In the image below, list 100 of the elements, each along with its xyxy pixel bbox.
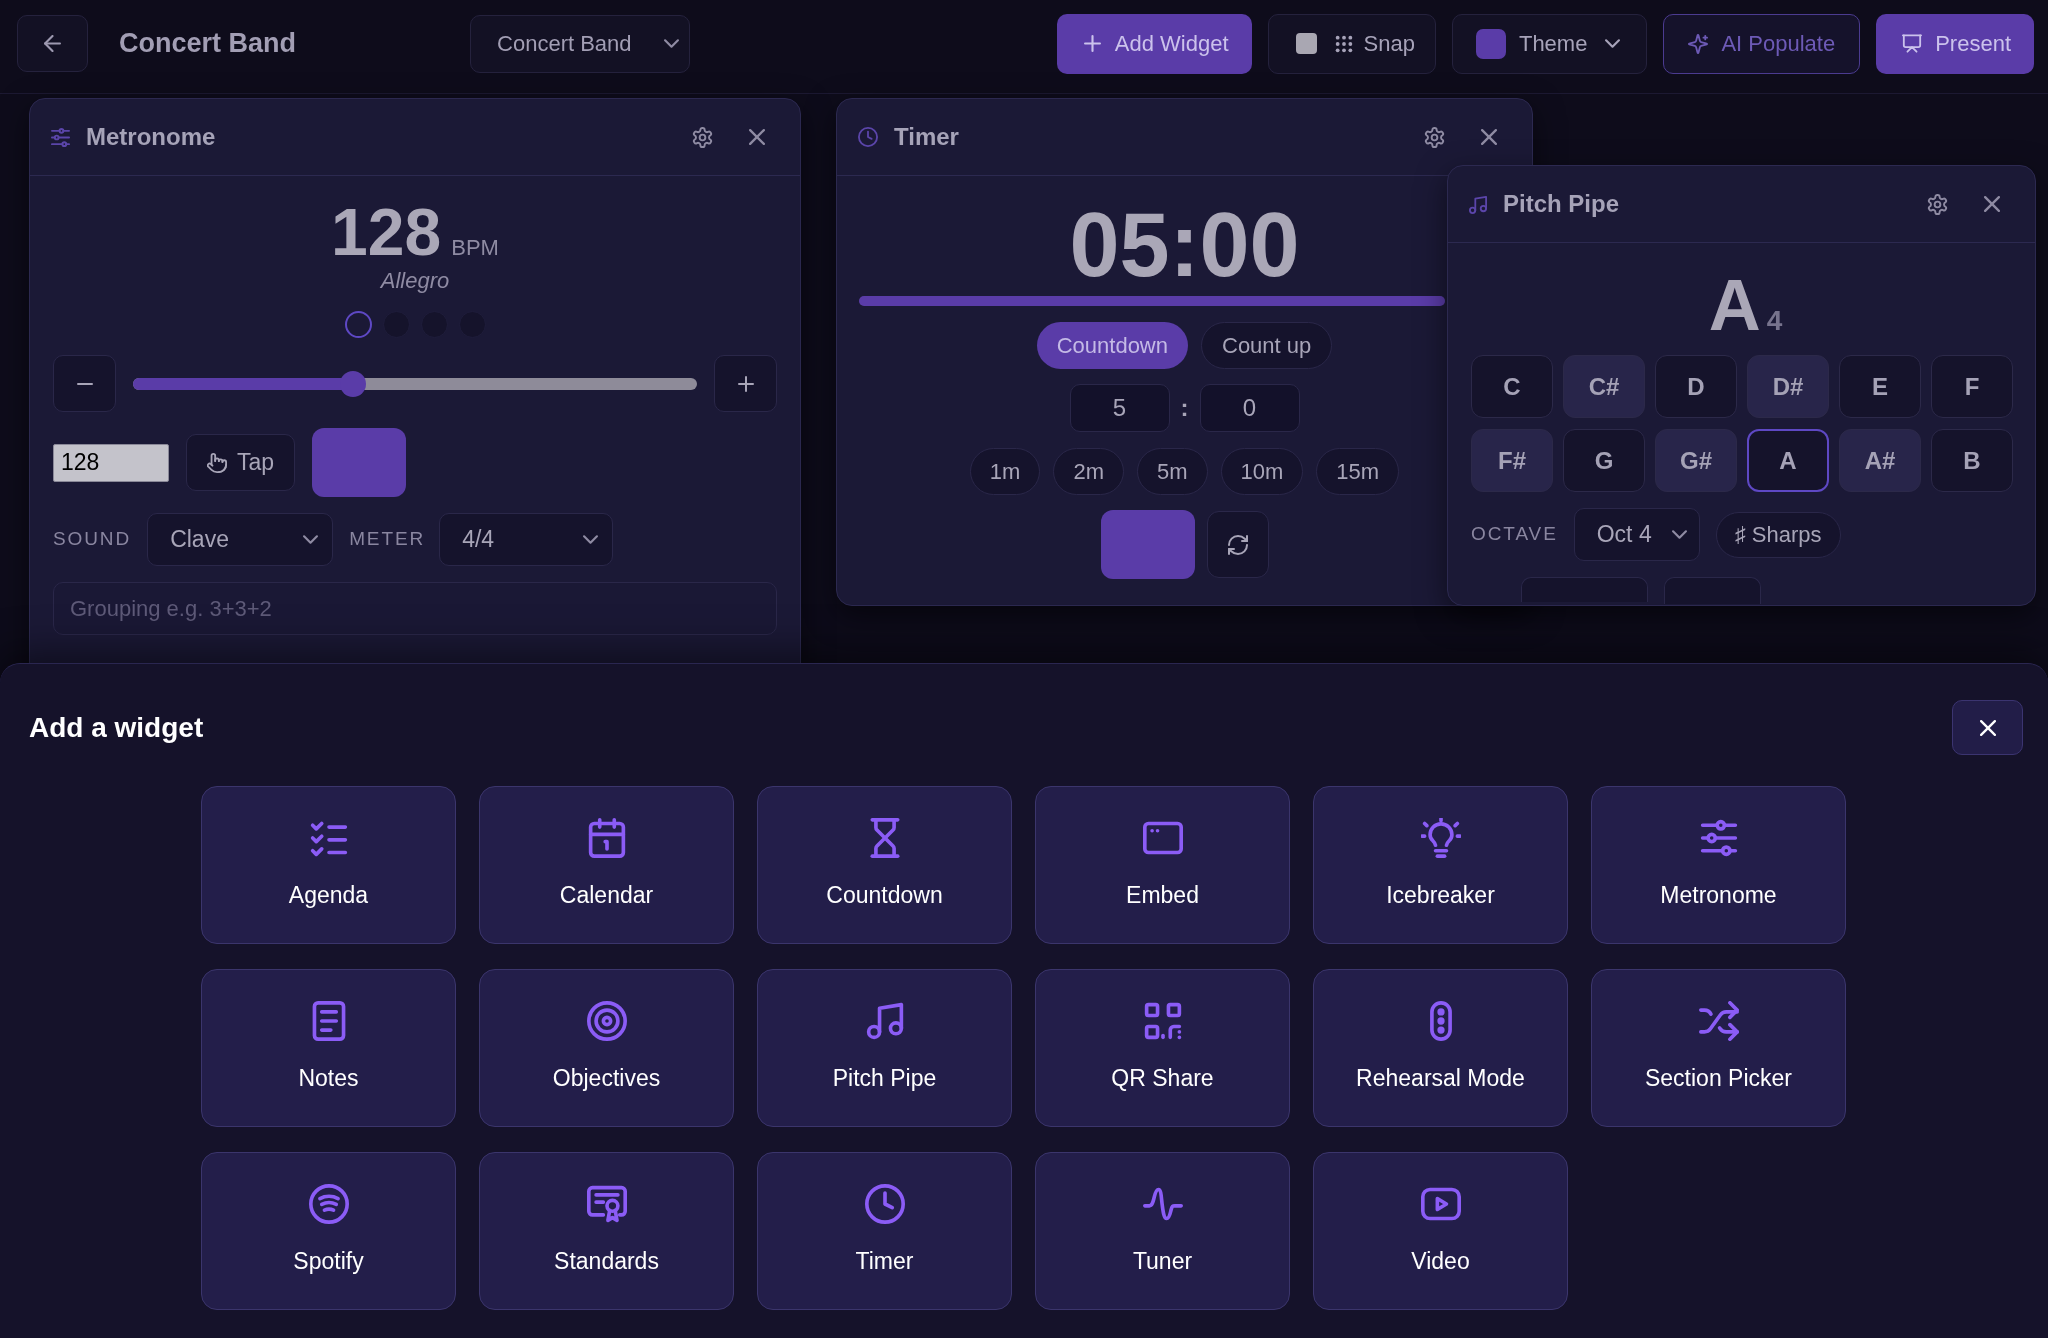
note-key[interactable]: E <box>1839 355 1921 418</box>
mode-tab[interactable]: Count up <box>1201 322 1333 369</box>
input-field[interactable] <box>1521 577 1648 602</box>
settings-icon[interactable] <box>1424 126 1445 148</box>
music-note-icon <box>864 1000 905 1041</box>
tap-button[interactable]: Tap <box>186 434 295 491</box>
minutes-input[interactable]: 5 <box>1069 384 1170 432</box>
widget-option[interactable]: Rehearsal Mode <box>1313 969 1568 1127</box>
bpm-value: 128 <box>331 199 442 265</box>
note-key[interactable]: C <box>1471 355 1553 418</box>
start-button[interactable] <box>1100 510 1195 579</box>
music-note-icon <box>1469 194 1487 214</box>
board-select[interactable]: Concert Band <box>470 14 691 73</box>
widget-option[interactable]: Tuner <box>1035 1152 1290 1310</box>
widget-option[interactable]: Video <box>1313 1152 1568 1310</box>
color-swatch-icon <box>1475 28 1506 59</box>
widget-option[interactable]: Timer <box>757 1152 1012 1310</box>
preset-button[interactable]: 2m <box>1053 448 1124 495</box>
calendar-icon <box>586 817 627 858</box>
tempo-name: Allegro <box>380 270 450 292</box>
widget-option[interactable]: Calendar <box>479 786 734 944</box>
refresh-icon <box>1227 534 1248 555</box>
presentation-icon <box>1902 34 1923 53</box>
clock-icon <box>858 127 878 147</box>
add-widget-button[interactable]: Add Widget <box>1056 13 1252 74</box>
sparkles-icon <box>1688 33 1709 54</box>
close-icon[interactable] <box>749 129 765 145</box>
certificate-icon <box>586 1183 627 1224</box>
grouping-field[interactable]: Grouping e.g. 3+3+2 <box>53 582 777 635</box>
widget-option[interactable]: QR Share <box>1035 969 1290 1127</box>
seconds-input[interactable]: 0 <box>1199 384 1300 432</box>
note-key[interactable]: G <box>1563 429 1645 492</box>
widget-option[interactable]: Countdown <box>757 786 1012 944</box>
dots-grid-icon <box>1334 34 1353 53</box>
note-key[interactable]: G# <box>1655 429 1737 492</box>
chevron-down-icon <box>1671 530 1687 539</box>
widget-option[interactable]: Embed <box>1035 786 1290 944</box>
widget-option[interactable]: Icebreaker <box>1313 786 1568 944</box>
chevron-down-icon <box>583 535 599 544</box>
widget-option[interactable]: Section Picker <box>1591 969 1846 1127</box>
widget-option[interactable]: Standards <box>479 1152 734 1310</box>
sliders-icon <box>1698 817 1739 858</box>
wave-circle-icon <box>308 1183 349 1224</box>
bpm-unit: BPM <box>451 237 499 259</box>
start-button[interactable] <box>312 428 406 497</box>
close-button[interactable] <box>1952 700 2023 755</box>
chevron-down-icon <box>1605 39 1621 48</box>
board-title: Concert Band <box>119 27 297 61</box>
note-key[interactable]: A <box>1747 429 1829 492</box>
note-key[interactable]: F <box>1931 355 2013 418</box>
note-key[interactable]: A# <box>1839 429 1921 492</box>
widget-option[interactable]: Spotify <box>201 1152 456 1310</box>
close-icon[interactable] <box>1481 129 1497 145</box>
settings-icon[interactable] <box>1927 193 1948 215</box>
panel-title: Add a widget <box>29 710 204 745</box>
widget-title: Pitch Pipe <box>1503 189 1620 219</box>
bpm-input[interactable]: 128 <box>53 443 169 482</box>
meter-label: METER <box>349 527 426 552</box>
hand-pointer-icon <box>206 452 227 473</box>
back-button[interactable] <box>17 15 88 72</box>
widget-option[interactable]: Pitch Pipe <box>757 969 1012 1127</box>
widget-option[interactable]: Agenda <box>201 786 456 944</box>
reset-button[interactable] <box>1206 511 1269 578</box>
note-key[interactable]: C# <box>1563 355 1645 418</box>
octave-select[interactable]: Oct 4 <box>1573 508 1700 561</box>
widget-option[interactable]: Objectives <box>479 969 734 1127</box>
widget-option[interactable]: Metronome <box>1591 786 1846 944</box>
shuffle-icon <box>1698 1000 1739 1041</box>
settings-icon[interactable] <box>692 126 713 148</box>
preset-button[interactable]: 15m <box>1316 448 1400 495</box>
widget-title: Timer <box>894 122 959 152</box>
preset-button[interactable]: 10m <box>1220 448 1304 495</box>
chevron-down-icon <box>664 39 680 48</box>
meter-select[interactable]: 4/4 <box>439 513 614 566</box>
preset-button[interactable]: 1m <box>969 448 1041 495</box>
widget-option[interactable]: Notes <box>201 969 456 1127</box>
snap-checkbox[interactable] <box>1295 33 1317 54</box>
note-octave: 4 <box>1766 307 1783 335</box>
present-button[interactable]: Present <box>1876 13 2034 74</box>
tempo-slider[interactable] <box>133 370 697 397</box>
note-key[interactable]: D <box>1655 355 1737 418</box>
octave-label: OCTAVE <box>1471 522 1558 547</box>
snap-button[interactable]: Snap <box>1267 13 1436 74</box>
note-key[interactable]: B <box>1931 429 2013 492</box>
accidentals-toggle[interactable]: ♯ Sharps <box>1715 511 1841 558</box>
note-key[interactable]: D# <box>1747 355 1829 418</box>
timer-display: 05:00 <box>1069 200 1300 290</box>
preset-button[interactable]: 5m <box>1137 448 1208 495</box>
mode-tab[interactable]: Countdown <box>1036 322 1188 369</box>
plus-icon <box>737 375 754 392</box>
target-icon <box>586 1000 627 1041</box>
minus-icon <box>76 382 93 385</box>
sound-select[interactable]: Clave <box>147 513 334 566</box>
note-key[interactable]: F# <box>1471 429 1553 492</box>
close-icon[interactable] <box>1984 196 2000 212</box>
qr-code-icon <box>1142 1000 1183 1041</box>
time-separator: : <box>1180 393 1189 423</box>
slider-thumb[interactable] <box>339 370 366 397</box>
theme-button[interactable]: Theme <box>1451 13 1648 74</box>
lightbulb-icon <box>1420 817 1461 858</box>
